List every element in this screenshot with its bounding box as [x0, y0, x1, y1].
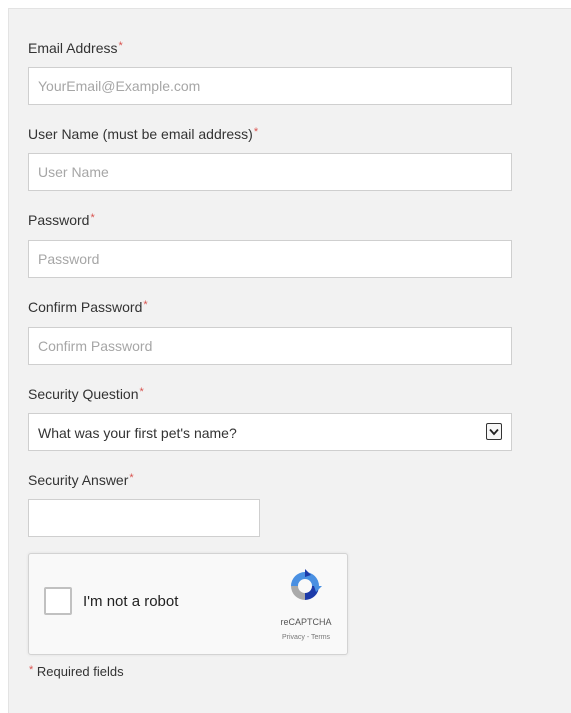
recaptcha-privacy-terms-link[interactable]: Privacy - Terms: [269, 634, 343, 641]
password-label-text: Password: [28, 212, 90, 228]
required-marker: *: [143, 299, 148, 311]
required-fields-note: * Required fields: [28, 664, 124, 679]
required-fields-text: Required fields: [33, 664, 124, 679]
username-label-text: User Name (must be email address): [28, 126, 253, 142]
security-question-select[interactable]: What was your first pet's name?: [28, 413, 512, 451]
username-field[interactable]: [28, 153, 512, 191]
required-marker: *: [90, 212, 95, 224]
username-label: User Name (must be email address)*: [28, 126, 258, 142]
security-answer-field[interactable]: [28, 499, 260, 537]
password-label: Password*: [28, 212, 95, 228]
required-marker: *: [118, 40, 123, 52]
required-marker: *: [129, 472, 134, 484]
confirm-password-label: Confirm Password*: [28, 299, 148, 315]
recaptcha-widget: I'm not a robot reCAPTCHA Privacy - Term…: [28, 553, 348, 655]
password-field[interactable]: [28, 240, 512, 278]
security-answer-label: Security Answer*: [28, 472, 134, 488]
recaptcha-checkbox[interactable]: [44, 587, 72, 615]
email-label-text: Email Address: [28, 40, 118, 56]
required-marker: *: [253, 126, 259, 138]
security-question-label-text: Security Question: [28, 386, 139, 402]
recaptcha-logo-icon: [287, 568, 323, 604]
confirm-password-label-text: Confirm Password: [28, 299, 143, 315]
confirm-password-field[interactable]: [28, 327, 512, 365]
recaptcha-label: I'm not a robot: [83, 593, 179, 610]
email-field[interactable]: [28, 67, 512, 105]
security-question-value: What was your first pet's name?: [38, 425, 237, 441]
email-label: Email Address*: [28, 40, 123, 56]
recaptcha-brand: reCAPTCHA: [280, 617, 332, 627]
required-marker: *: [139, 386, 144, 398]
chevron-down-icon[interactable]: [486, 423, 502, 440]
security-answer-label-text: Security Answer: [28, 472, 129, 488]
security-question-label: Security Question*: [28, 386, 144, 402]
